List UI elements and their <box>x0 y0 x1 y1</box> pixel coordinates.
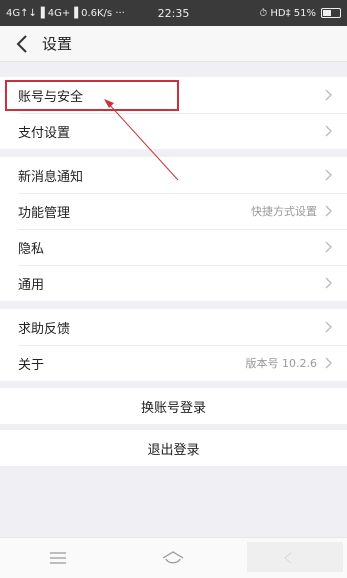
row-account-security[interactable]: 账号与安全 <box>0 77 347 113</box>
chevron-right-icon <box>323 356 333 370</box>
settings-group-account: 账号与安全 支付设置 <box>0 77 347 149</box>
row-value: 版本号 10.2.6 <box>245 357 317 370</box>
row-privacy[interactable]: 隐私 <box>0 229 347 265</box>
status-bar: 4G↑↓▐ 4G+▐ 0.6K/s ··· 22:35 ⏱ HD‡ 51% <box>0 0 347 26</box>
row-label: 隐私 <box>18 241 45 257</box>
menu-icon[interactable] <box>38 543 78 573</box>
row-label: 支付设置 <box>18 125 71 141</box>
chevron-right-icon <box>323 204 333 218</box>
header: 设置 <box>0 26 347 62</box>
row-label: 账号与安全 <box>18 89 84 105</box>
status-right-text: ⏱ HD‡ 51% <box>259 7 316 19</box>
chevron-right-icon <box>323 168 333 182</box>
row-payment-settings[interactable]: 支付设置 <box>0 113 347 149</box>
row-value: 快捷方式设置 <box>251 205 317 218</box>
row-label: 关于 <box>18 357 45 373</box>
chevron-right-icon <box>323 276 333 290</box>
row-label: 求助反馈 <box>18 321 71 337</box>
row-message-notifications[interactable]: 新消息通知 <box>0 157 347 193</box>
network-status: 4G↑↓▐ 4G+▐ 0.6K/s ··· <box>6 7 125 19</box>
battery-icon <box>321 8 341 18</box>
chevron-right-icon <box>323 320 333 334</box>
back-nav-icon[interactable] <box>269 543 309 573</box>
chevron-right-icon <box>323 240 333 254</box>
system-icons: ⏱ HD‡ 51% <box>259 8 341 19</box>
back-icon[interactable] <box>6 26 38 62</box>
row-help-feedback[interactable]: 求助反馈 <box>0 309 347 345</box>
page-title: 设置 <box>42 35 73 53</box>
row-general[interactable]: 通用 <box>0 265 347 301</box>
settings-group-general: 新消息通知 功能管理 快捷方式设置 隐私 通用 <box>0 157 347 301</box>
chevron-right-icon <box>323 124 333 138</box>
row-label: 新消息通知 <box>18 169 84 185</box>
logout-button[interactable]: 退出登录 <box>0 430 347 466</box>
row-label: 功能管理 <box>18 205 71 221</box>
settings-group-help: 求助反馈 关于 版本号 10.2.6 <box>0 309 347 381</box>
switch-account-button[interactable]: 换账号登录 <box>0 388 347 424</box>
chevron-right-icon <box>323 88 333 102</box>
row-feature-management[interactable]: 功能管理 快捷方式设置 <box>0 193 347 229</box>
home-icon[interactable] <box>153 543 193 573</box>
row-about[interactable]: 关于 版本号 10.2.6 <box>0 345 347 381</box>
navigation-bar <box>0 537 347 578</box>
row-label: 通用 <box>18 277 45 293</box>
